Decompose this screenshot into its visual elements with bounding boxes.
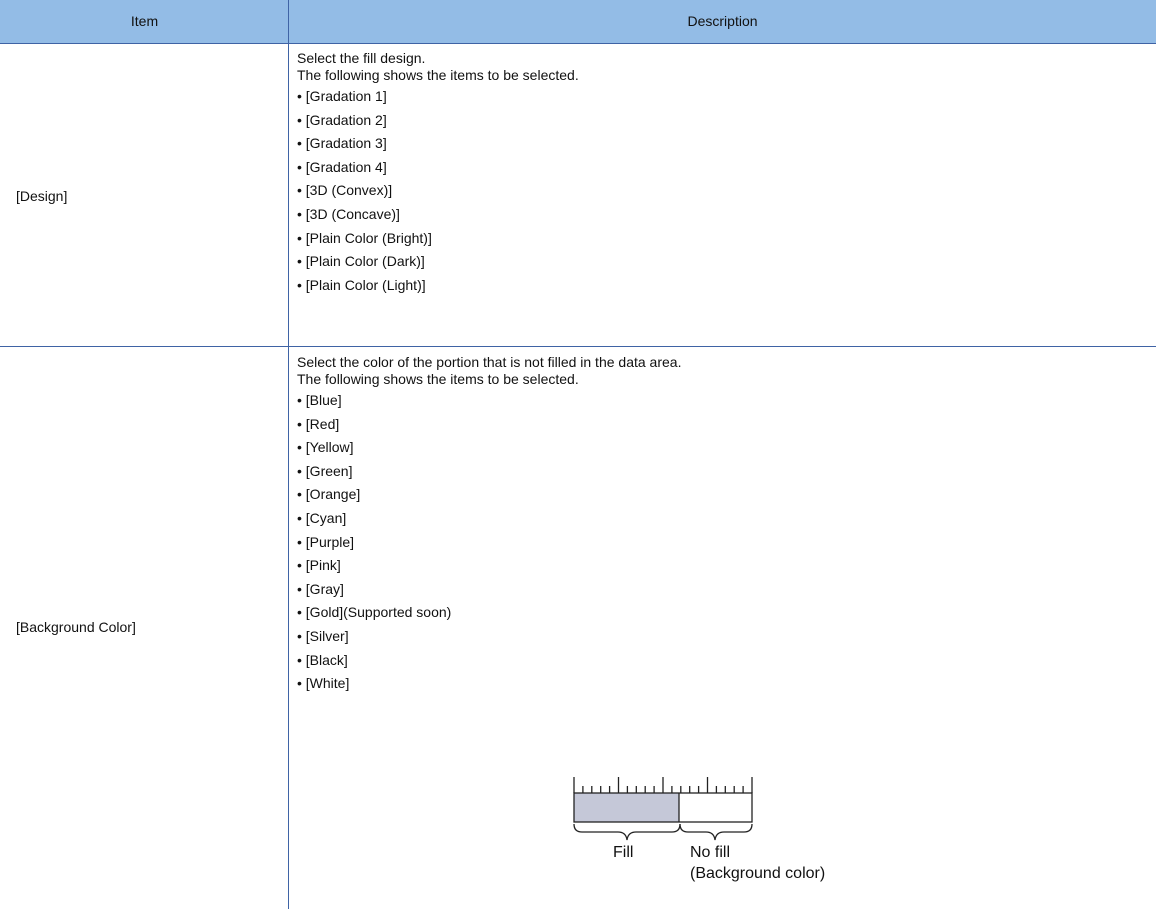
fill-brace [573,823,681,841]
list-item: • [Pink] [297,557,341,574]
fill-label: Fill [613,844,634,861]
table-header: Item Description [0,0,1156,43]
list-item: • [Gradation 3] [297,135,387,152]
list-item: • [Gray] [297,580,344,597]
list-item: • [3D (Convex)] [297,182,393,199]
list-item: • [Plain Color (Bright)] [297,229,432,246]
row-label-background-color: [Background Color] [16,619,136,635]
list-item: • [Yellow] [297,439,354,456]
list-item: • [Gradation 1] [297,88,387,104]
list-item: • [Plain Color (Dark)] [297,253,425,270]
list-item: • [Blue] [297,392,342,408]
list-item: • [3D (Concave)] [297,205,400,222]
list-item: • [Silver] [297,627,349,644]
description-line: The following shows the items to be sele… [297,67,579,83]
row-description-background-color: Select the color of the portion that is … [297,354,681,696]
column-divider [288,0,289,909]
list-item: • [White] [297,675,350,692]
nofill-brace [679,823,753,841]
list-item: • [Plain Color (Light)] [297,276,426,293]
list-item: • [Cyan] [297,509,347,526]
list-item: • [Red] [297,415,340,432]
fill-area [574,793,679,822]
description-line: Select the color of the portion that is … [297,354,682,370]
fill-bar-illustration [573,777,753,841]
row-description-design: Select the fill design. The following sh… [297,50,579,297]
description-line: The following shows the items to be sele… [297,371,579,387]
design-option-list: • [Gradation 1] • [Gradation 2] • [Grada… [297,85,579,297]
background-color-option-list: • [Blue] • [Red] • [Yellow] • [Green] • … [297,389,681,696]
list-item: • [Purple] [297,533,355,550]
fill-diagram: Fill No fill (Background color) [560,764,880,904]
header-divider [0,43,1156,44]
nofill-sublabel: (Background color) [690,865,826,882]
scale-ruler [573,777,753,793]
list-item: • [Green] [297,462,353,479]
description-line: Select the fill design. [297,50,426,66]
row-label-design: [Design] [16,188,68,204]
row-divider [0,346,1156,347]
nofill-label: No fill [690,844,731,861]
column-header-item: Item [130,13,159,29]
list-item: • [Gold](Supported soon) [297,604,452,621]
column-header-description: Description [687,13,758,29]
list-item: • [Gradation 2] [297,111,387,128]
list-item: • [Orange] [297,486,361,503]
list-item: • [Gradation 4] [297,158,387,175]
list-item: • [Black] [297,651,348,668]
